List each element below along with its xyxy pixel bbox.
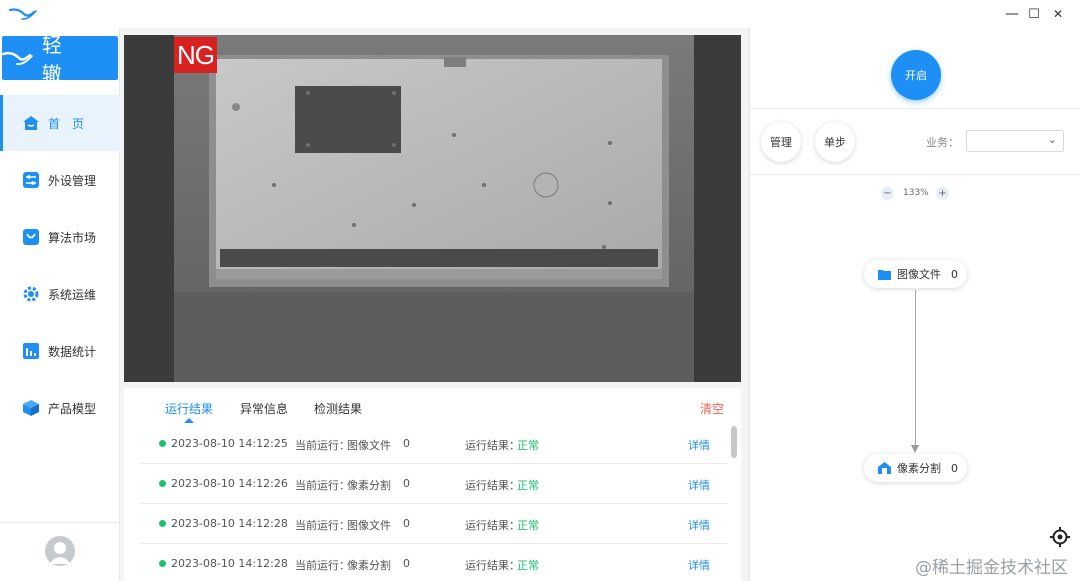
locate-icon[interactable] bbox=[1049, 526, 1071, 548]
row-result-label: 运行结果： bbox=[465, 439, 520, 452]
folder-icon bbox=[878, 269, 891, 280]
row-current-label: 当前运行： bbox=[295, 519, 350, 532]
sidebar-item-system-ops[interactable]: 系统运维 bbox=[0, 266, 120, 322]
start-button[interactable]: 开启 bbox=[891, 50, 941, 100]
market-icon bbox=[22, 228, 40, 246]
flow-edge bbox=[915, 290, 916, 448]
status-dot bbox=[159, 440, 166, 447]
row-current-value: 图像文件 bbox=[347, 519, 391, 532]
sidebar: 轻 辙 首 页 外设管理 算法市场 系统运维 数据统计 产品模型 bbox=[0, 28, 120, 581]
panel-divider bbox=[750, 108, 1080, 109]
table-row: 2023-08-10 14:12:26 当前运行： 像素分割 0 运行结果： 正… bbox=[140, 464, 728, 504]
brand-name: 轻 辙 bbox=[41, 33, 72, 86]
chevron-down-icon: ⌄ bbox=[1047, 133, 1057, 146]
sidebar-divider bbox=[0, 522, 120, 523]
row-current-value: 像素分割 bbox=[347, 479, 391, 492]
zoom-out-button[interactable]: − bbox=[881, 187, 894, 200]
sidebar-item-data-stats[interactable]: 数据统计 bbox=[0, 323, 120, 379]
gear-icon bbox=[22, 285, 40, 303]
watermark: @稀土掘金技术社区 bbox=[915, 558, 1068, 578]
app-logo-icon bbox=[8, 8, 37, 20]
sidebar-item-label: 算法市场 bbox=[48, 230, 97, 245]
sidebar-item-peripherals[interactable]: 外设管理 bbox=[0, 152, 120, 208]
status-dot bbox=[159, 480, 166, 487]
flow-node-image-file[interactable]: 图像文件 0 bbox=[864, 260, 967, 288]
bar-chart-icon bbox=[22, 342, 40, 360]
manage-button[interactable]: 管理 bbox=[761, 122, 801, 162]
node-count: 0 bbox=[951, 461, 958, 475]
maximize-button[interactable]: ☐ bbox=[1024, 4, 1044, 24]
business-label: 业务： bbox=[926, 136, 959, 149]
results-panel: 运行结果 异常信息 检测结果 清空 2023-08-10 14:12:25 当前… bbox=[124, 388, 741, 581]
zoom-level: 133% bbox=[903, 188, 929, 198]
single-step-button[interactable]: 单步 bbox=[815, 122, 855, 162]
brand-mark-icon bbox=[2, 51, 33, 65]
row-result-value: 正常 bbox=[517, 439, 539, 452]
row-result-label: 运行结果： bbox=[465, 479, 520, 492]
row-detail-link[interactable]: 详情 bbox=[688, 557, 710, 573]
avatar[interactable] bbox=[45, 536, 75, 566]
sidebar-item-product-model[interactable]: 产品模型 bbox=[0, 380, 120, 436]
row-result-label: 运行结果： bbox=[465, 559, 520, 572]
row-count: 0 bbox=[403, 437, 410, 450]
table-row: 2023-08-10 14:12:25 当前运行： 图像文件 0 运行结果： 正… bbox=[140, 424, 728, 464]
tab-run-results[interactable]: 运行结果 bbox=[165, 400, 213, 417]
segmentation-icon bbox=[878, 462, 891, 474]
tab-detection-results[interactable]: 检测结果 bbox=[314, 400, 362, 417]
row-time: 2023-08-10 14:12:28 bbox=[171, 517, 288, 530]
minimize-button[interactable]: — bbox=[1002, 4, 1022, 24]
inspection-image bbox=[124, 35, 741, 382]
ng-status-badge: NG bbox=[174, 37, 217, 73]
row-current-value: 图像文件 bbox=[347, 439, 391, 452]
tab-exception-info[interactable]: 异常信息 bbox=[240, 400, 288, 417]
row-detail-link[interactable]: 详情 bbox=[688, 477, 710, 493]
row-current-label: 当前运行： bbox=[295, 479, 350, 492]
row-current-label: 当前运行： bbox=[295, 439, 350, 452]
table-row: 2023-08-10 14:12:28 当前运行： 图像文件 0 运行结果： 正… bbox=[140, 504, 728, 544]
row-result-value: 正常 bbox=[517, 559, 539, 572]
zoom-in-button[interactable]: + bbox=[936, 187, 949, 200]
panel-divider bbox=[750, 174, 1080, 175]
node-label: 图像文件 bbox=[897, 268, 941, 281]
flow-node-pixel-segmentation[interactable]: 像素分割 0 bbox=[864, 454, 967, 482]
status-dot bbox=[159, 520, 166, 527]
row-current-value: 像素分割 bbox=[347, 559, 391, 572]
sidebar-item-label: 外设管理 bbox=[48, 173, 97, 188]
results-scrollbar[interactable] bbox=[731, 426, 737, 458]
node-count: 0 bbox=[951, 267, 958, 281]
close-button[interactable]: ✕ bbox=[1048, 4, 1068, 24]
sidebar-item-label: 首 页 bbox=[48, 116, 85, 131]
row-detail-link[interactable]: 详情 bbox=[688, 437, 710, 453]
table-row: 2023-08-10 14:12:28 当前运行： 像素分割 0 运行结果： 正… bbox=[140, 544, 728, 581]
row-count: 0 bbox=[403, 517, 410, 530]
title-bar: — ☐ ✕ bbox=[0, 0, 1080, 28]
row-result-value: 正常 bbox=[517, 479, 539, 492]
sidebar-item-label: 系统运维 bbox=[48, 287, 97, 302]
sidebar-item-algorithm-market[interactable]: 算法市场 bbox=[0, 209, 120, 265]
sidebar-item-label: 数据统计 bbox=[48, 344, 97, 359]
node-label: 像素分割 bbox=[897, 462, 941, 475]
row-detail-link[interactable]: 详情 bbox=[688, 517, 710, 533]
row-current-label: 当前运行： bbox=[295, 559, 350, 572]
camera-image-view: NG bbox=[124, 35, 741, 382]
active-tab-indicator bbox=[184, 418, 194, 423]
cube-icon bbox=[22, 399, 40, 417]
row-result-value: 正常 bbox=[517, 519, 539, 532]
row-count: 0 bbox=[403, 557, 410, 570]
sidebar-item-label: 产品模型 bbox=[48, 401, 97, 416]
row-time: 2023-08-10 14:12:26 bbox=[171, 477, 288, 490]
clear-button[interactable]: 清空 bbox=[700, 400, 724, 417]
row-result-label: 运行结果： bbox=[465, 519, 520, 532]
flow-edge-arrow bbox=[911, 445, 919, 453]
row-time: 2023-08-10 14:12:25 bbox=[171, 437, 288, 450]
sidebar-item-home[interactable]: 首 页 bbox=[0, 95, 120, 151]
flow-panel: 开启 管理 单步 业务： ⌄ − 133% + 图像文件 0 像素分割 0 bbox=[749, 28, 1080, 581]
row-count: 0 bbox=[403, 477, 410, 490]
peripheral-icon bbox=[22, 171, 40, 189]
status-dot bbox=[159, 560, 166, 567]
row-time: 2023-08-10 14:12:28 bbox=[171, 557, 288, 570]
brand-logo: 轻 辙 bbox=[2, 33, 118, 86]
home-icon bbox=[22, 114, 40, 132]
business-select[interactable]: ⌄ bbox=[966, 130, 1064, 152]
